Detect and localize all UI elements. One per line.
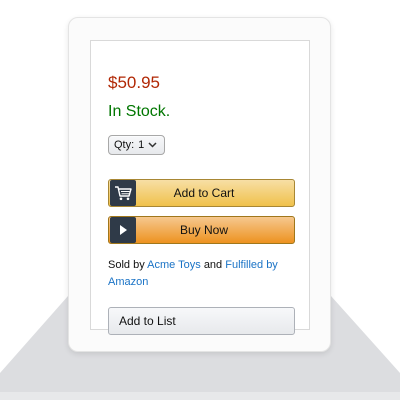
- quantity-value: 1: [138, 139, 145, 151]
- sold-by-text: Sold by: [108, 259, 145, 271]
- add-to-cart-button[interactable]: Add to Cart: [108, 179, 295, 207]
- buy-box-panel: $50.95 In Stock. Qty: 1 Add to Cart Buy …: [90, 40, 310, 335]
- fulfilled-by-link[interactable]: Fulfilled by: [225, 259, 278, 271]
- seller-info: Sold by Acme Toys and Fulfilled by Amazo…: [108, 257, 303, 291]
- product-price: $50.95: [108, 73, 160, 92]
- fulfiller-link[interactable]: Amazon: [108, 276, 148, 288]
- play-icon: [110, 217, 136, 243]
- tablet-device: $50.95 In Stock. Qty: 1 Add to Cart Buy …: [68, 17, 331, 352]
- quantity-dropdown[interactable]: Qty: 1: [108, 135, 165, 155]
- add-to-list-label: Add to List: [119, 314, 176, 328]
- buy-now-button[interactable]: Buy Now: [108, 216, 295, 244]
- buy-now-label: Buy Now: [179, 223, 229, 237]
- seller-link[interactable]: Acme Toys: [147, 259, 201, 271]
- add-to-list-button[interactable]: Add to List: [108, 307, 295, 335]
- chevron-down-icon: [148, 142, 157, 148]
- cart-icon: [110, 180, 136, 206]
- stock-status: In Stock.: [108, 103, 171, 120]
- conjunction-text: and: [203, 259, 223, 271]
- quantity-label: Qty:: [114, 139, 135, 151]
- add-to-cart-label: Add to Cart: [173, 186, 235, 200]
